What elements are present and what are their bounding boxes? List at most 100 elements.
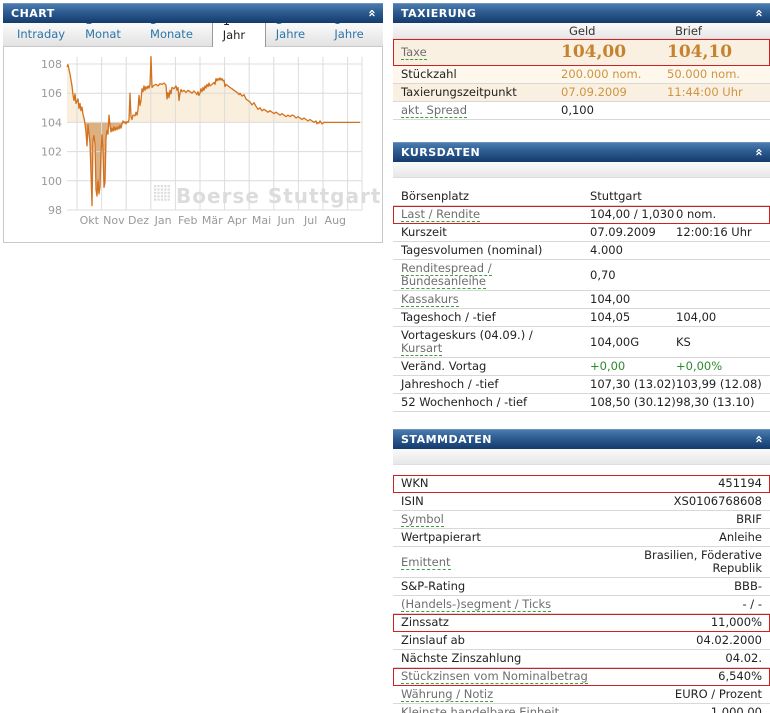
table-row: Zinslauf ab 04.02.2000	[393, 632, 770, 650]
tooltip-label[interactable]: Last / Rendite	[401, 207, 481, 222]
row-value: - / -	[742, 597, 763, 611]
table-row: Taxierungszeitpunkt 07.09.2009 11:44:00 Uh…	[393, 84, 770, 102]
row-value-2: +0,00%	[676, 359, 723, 373]
table-row: Wertpapierart Anleihe	[393, 529, 770, 547]
price-chart: Boerse Stuttgart 98 100 102 104 106 108 Okt Nov D…	[41, 56, 381, 227]
row-label: Taxierungszeitpunkt	[401, 85, 517, 99]
table-row: Tageshoch / -tief 104,05 104,00	[393, 309, 770, 327]
svg-text:Boerse Stuttgart: Boerse Stuttgart	[176, 184, 381, 208]
row-value: 451194	[718, 476, 762, 490]
row-value-2: 50.000 nom.	[667, 67, 741, 81]
svg-text:108: 108	[41, 58, 62, 71]
kursdaten-subheader	[393, 162, 770, 178]
table-row: (Handels-)segment / Ticks - / -	[393, 596, 770, 614]
row-label: 52 Wochenhoch / -tief	[401, 395, 528, 409]
row-value-1: 104,00 / 1,030	[590, 207, 675, 221]
table-row: Währung / Notiz EURO / Prozent	[393, 686, 770, 704]
kursdaten-panel: KURSDATEN « Börsenplatz Stuttgart Last / R…	[393, 142, 770, 412]
tooltip-label[interactable]: Währung / Notiz	[401, 687, 494, 702]
tooltip-label[interactable]: Emittent	[401, 554, 451, 570]
data-panels: TAXIERUNG « Geld Brief Taxe 104,00 104,10 S…	[393, 3, 770, 713]
row-value-2: 104,00	[676, 310, 717, 324]
table-row: Symbol BRIF	[393, 511, 770, 529]
row-label: Veränd. Vortag	[401, 359, 487, 373]
row-value: 04.02.2000	[696, 633, 762, 647]
row-label: Jahreshoch / -tief	[401, 377, 499, 391]
tooltip-label[interactable]: Kursart	[401, 341, 443, 356]
row-value-2: 12:00:16 Uhr	[676, 225, 752, 239]
table-row: Kurszeit 07.09.2009 12:00:16 Uhr	[393, 224, 770, 242]
row-label: Stückzahl	[401, 67, 457, 81]
stammdaten-rows: WKN 451194 ISIN XS0106768608 Symbol BRIF Wertp…	[393, 475, 770, 713]
row-value-1: 200.000 nom.	[561, 67, 642, 81]
stammdaten-panel-header: STAMMDATEN «	[393, 429, 770, 449]
row-label: Kurszeit	[401, 225, 447, 239]
table-row: S&P-Rating BBB-	[393, 578, 770, 596]
chart-box: Boerse Stuttgart 98 100 102 104 106 108 Okt Nov D…	[3, 47, 383, 243]
tooltip-label[interactable]: (Handels-)segment / Ticks	[401, 597, 552, 612]
table-row: Nächste Zinszahlung 04.02.	[393, 650, 770, 668]
tooltip-label[interactable]: Kassakurs	[401, 292, 459, 307]
tooltip-label[interactable]: Taxe	[401, 44, 427, 60]
chart-panel-title: CHART	[11, 7, 55, 20]
collapse-panel-icon[interactable]: «	[751, 435, 766, 444]
tooltip-label[interactable]: Stückzinsen vom Nominalbetrag	[401, 669, 588, 684]
tooltip-label[interactable]: Kleinste handelbare Einheit	[401, 705, 560, 713]
row-label: Emittent	[401, 554, 592, 570]
table-row: 52 Wochenhoch / -tief 108,50 (30.12) 98,30…	[393, 394, 770, 412]
row-value-1: 07.09.2009	[590, 225, 656, 239]
chart-tab-intraday[interactable]: Intraday	[7, 23, 75, 46]
chart-period-tabs: Intraday1 Monat3 Monate1 Jahr3 Jahre5 Ja…	[3, 9, 383, 47]
row-label: Renditespread / Bundesanleihe	[401, 261, 590, 289]
table-row: Last / Rendite 104,00 / 1,030 0 nom.	[393, 206, 770, 224]
stammdaten-panel: STAMMDATEN « WKN 451194 ISIN XS0106768608 Sy…	[393, 429, 770, 713]
row-label: Börsenplatz	[401, 189, 470, 203]
table-row: WKN 451194	[393, 475, 770, 493]
row-value: Anleihe	[719, 530, 762, 544]
table-row: Tagesvolumen (nominal) 4.000	[393, 242, 770, 260]
table-row: Emittent Brasilien, Föderative Republik	[393, 547, 770, 578]
tooltip-label[interactable]: akt. Spread	[401, 103, 468, 118]
row-label: Tagesvolumen (nominal)	[401, 243, 543, 257]
bond-detail-page: CHART « Intraday1 Monat3 Monate1 Jahr3 J…	[0, 0, 770, 713]
row-value-1: 07.09.2009	[561, 85, 627, 99]
taxierung-panel: TAXIERUNG « Geld Brief Taxe 104,00 104,10 S…	[393, 3, 770, 120]
svg-text:Jan: Jan	[154, 214, 172, 227]
row-label: WKN	[401, 476, 429, 490]
col-header-geld: Geld	[569, 24, 596, 38]
table-row: Taxe 104,00 104,10	[393, 39, 770, 66]
table-row: Jahreshoch / -tief 107,30 (13.02) 103,99 (…	[393, 376, 770, 394]
row-label: Wertpapierart	[401, 530, 481, 544]
row-label: akt. Spread	[401, 103, 561, 118]
row-label: (Handels-)segment / Ticks	[401, 597, 743, 612]
row-label: Last / Rendite	[401, 207, 590, 222]
row-label: Kleinste handelbare Einheit	[401, 705, 711, 713]
taxierung-column-headers: Geld Brief	[393, 23, 770, 39]
row-label: S&P-Rating	[401, 579, 466, 593]
svg-text:Mai: Mai	[252, 214, 271, 227]
table-row: Börsenplatz Stuttgart	[393, 188, 770, 206]
row-value-1: 0,100	[561, 103, 594, 117]
collapse-panel-icon[interactable]: «	[364, 9, 379, 18]
svg-text:98: 98	[48, 204, 62, 217]
collapse-panel-icon[interactable]: «	[751, 9, 766, 18]
table-row: Veränd. Vortag +0,00 +0,00%	[393, 358, 770, 376]
row-value-1: 107,30 (13.02)	[590, 377, 676, 391]
table-row: Vortageskurs (04.09.) / Kursart 104,00G KS	[393, 327, 770, 358]
svg-text:106: 106	[41, 87, 62, 100]
svg-text:Feb: Feb	[178, 214, 197, 227]
tooltip-label[interactable]: Bundesanleihe	[401, 274, 486, 289]
row-label: Währung / Notiz	[401, 687, 675, 702]
row-value: EURO / Prozent	[674, 687, 762, 701]
svg-text:102: 102	[41, 146, 62, 159]
row-label: Vortageskurs (04.09.) / Kursart	[401, 328, 533, 356]
row-value: 04.02.	[725, 651, 762, 665]
tooltip-label[interactable]: Symbol	[401, 512, 444, 527]
row-value: 1.000,00	[710, 705, 762, 713]
table-row: Kassakurs 104,00	[393, 291, 770, 309]
row-value-2: 104,10	[667, 42, 733, 62]
kursdaten-panel-header: KURSDATEN «	[393, 142, 770, 162]
chart-panel: CHART « Intraday1 Monat3 Monate1 Jahr3 J…	[3, 3, 383, 243]
collapse-panel-icon[interactable]: «	[751, 148, 766, 157]
row-value-2: 98,30 (13.10)	[676, 395, 755, 409]
